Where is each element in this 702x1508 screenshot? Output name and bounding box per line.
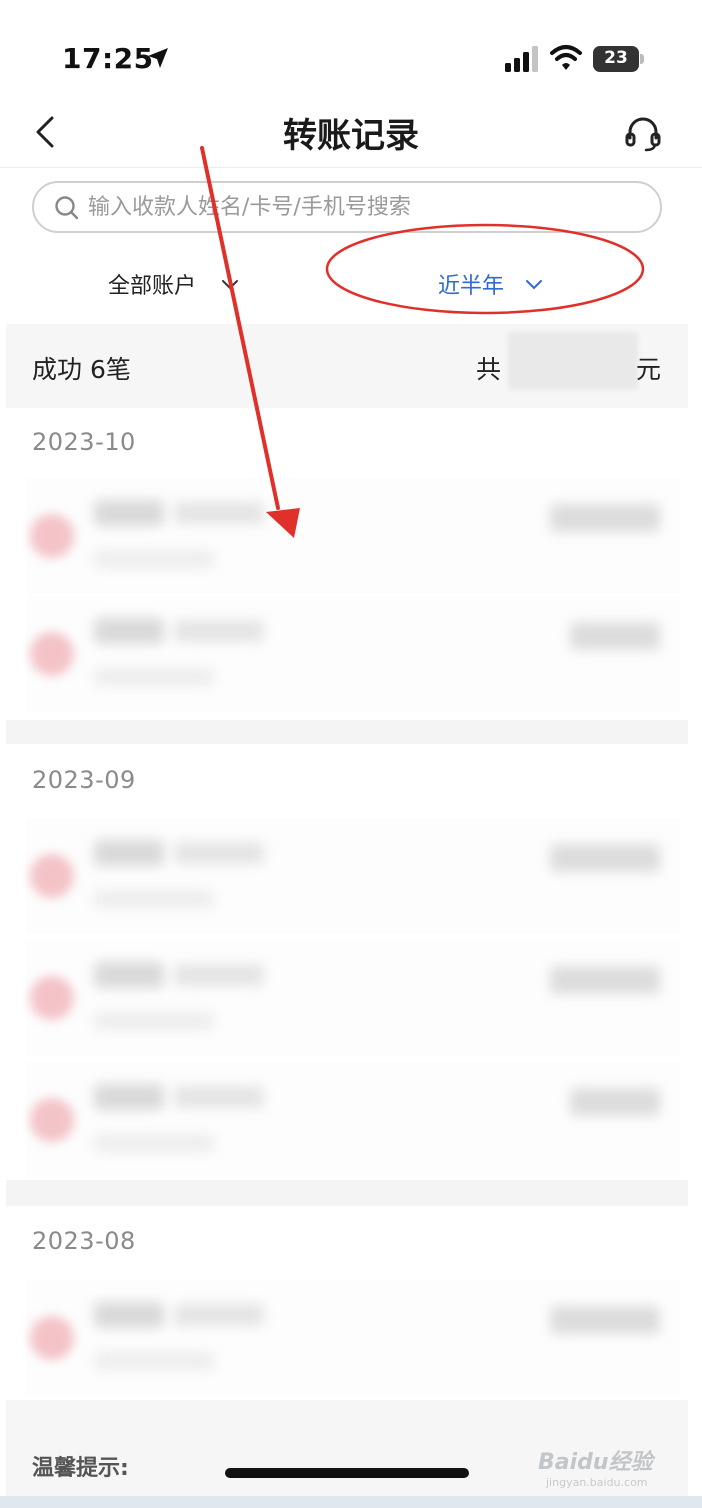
nav-bar: 转账记录 <box>0 100 702 168</box>
record-amount-redacted <box>550 966 660 994</box>
home-indicator[interactable] <box>225 1468 469 1478</box>
avatar <box>30 632 74 676</box>
record-account-redacted <box>174 842 264 864</box>
avatar <box>30 514 74 558</box>
record-amount-redacted <box>550 504 660 532</box>
chevron-down-icon[interactable] <box>220 278 240 292</box>
list-item[interactable] <box>26 596 680 712</box>
record-name-redacted <box>94 1302 164 1328</box>
total-amount-redacted <box>508 332 638 390</box>
location-arrow-icon <box>148 48 168 68</box>
record-date-redacted <box>94 1352 214 1370</box>
record-date-redacted <box>94 1012 214 1030</box>
record-amount-redacted <box>550 844 660 872</box>
record-account-redacted <box>174 1086 264 1108</box>
record-date-redacted <box>94 550 214 568</box>
month-label: 2023-08 <box>32 1227 136 1255</box>
period-filter-label[interactable]: 近半年 <box>438 268 504 300</box>
success-count: 成功 6笔 <box>32 355 131 384</box>
record-name-redacted <box>94 962 164 988</box>
record-name-redacted <box>94 840 164 866</box>
filter-row: 全部账户 近半年 <box>0 250 702 320</box>
avatar <box>30 1098 74 1142</box>
month-label: 2023-10 <box>32 428 136 456</box>
watermark: Baidu经验 jingyan.baidu.com <box>538 1432 668 1494</box>
avatar <box>30 1316 74 1360</box>
record-date-redacted <box>94 1134 214 1152</box>
tips-title: 温馨提示: <box>32 1456 129 1481</box>
account-filter-label[interactable]: 全部账户 <box>108 268 196 300</box>
watermark-sub: jingyan.baidu.com <box>546 1476 648 1489</box>
section-divider <box>6 720 688 744</box>
total-unit: 元 <box>636 355 662 384</box>
total-prefix: 共 <box>476 355 502 384</box>
list-item[interactable] <box>26 818 680 934</box>
record-amount-redacted <box>550 1306 660 1334</box>
chevron-down-icon[interactable] <box>524 278 544 292</box>
record-account-redacted <box>174 1304 264 1326</box>
list-item[interactable] <box>26 478 680 594</box>
status-time: 17:25 <box>62 42 154 75</box>
battery-indicator: 23 <box>593 46 645 72</box>
page-title: 转账记录 <box>283 116 419 156</box>
record-account-redacted <box>174 964 264 986</box>
cellular-signal-icon <box>505 46 538 72</box>
section-divider <box>6 1180 688 1206</box>
record-date-redacted <box>94 890 214 908</box>
month-label: 2023-09 <box>32 766 136 794</box>
battery-level: 23 <box>604 48 628 68</box>
battery-cap <box>640 54 644 64</box>
list-item[interactable] <box>26 1280 680 1396</box>
headset-icon[interactable] <box>622 112 664 154</box>
bottom-strip <box>0 1496 702 1508</box>
record-name-redacted <box>94 1084 164 1110</box>
avatar <box>30 854 74 898</box>
summary-bar: 成功 6笔 共 元 <box>6 324 688 408</box>
record-account-redacted <box>174 620 264 642</box>
record-name-redacted <box>94 500 164 526</box>
wifi-icon <box>550 45 582 70</box>
search-icon <box>55 196 79 220</box>
record-amount-redacted <box>570 622 660 650</box>
record-amount-redacted <box>570 1088 660 1116</box>
list-item[interactable] <box>26 1062 680 1178</box>
status-bar: 17:25 23 <box>0 0 702 100</box>
search-input[interactable] <box>88 187 648 227</box>
search-box[interactable] <box>32 181 662 233</box>
watermark-text: Baidu经验 <box>538 1450 653 1475</box>
avatar <box>30 976 74 1020</box>
record-account-redacted <box>174 502 264 524</box>
list-item[interactable] <box>26 940 680 1056</box>
record-date-redacted <box>94 668 214 686</box>
record-name-redacted <box>94 618 164 644</box>
